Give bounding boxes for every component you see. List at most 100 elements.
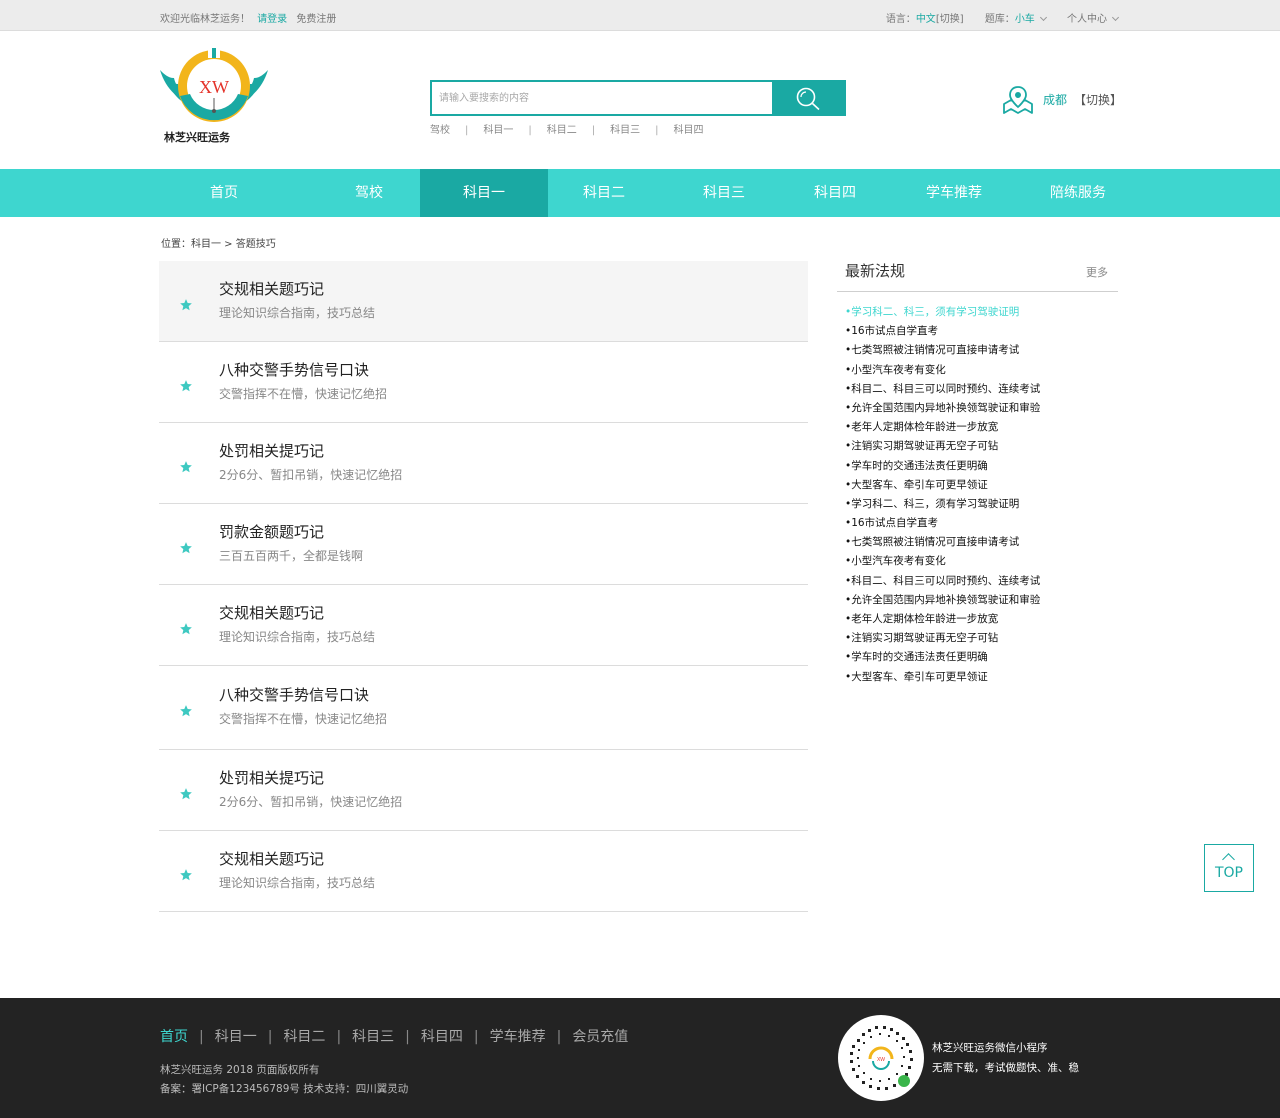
welcome-area: 欢迎光临林芝运务！ 请登录 免费注册 bbox=[160, 10, 336, 25]
user-center-menu[interactable]: 个人中心 bbox=[1067, 13, 1120, 25]
hot-word-link[interactable]: 科目二 bbox=[547, 125, 577, 136]
regulation-link[interactable]: •大型客车、牵引车可更早领证 bbox=[845, 478, 1040, 497]
regulation-link[interactable]: •小型汽车夜考有变化 bbox=[845, 554, 1040, 573]
nav-item-subject-three[interactable]: 科目三 bbox=[668, 169, 780, 217]
regulation-link[interactable]: •老年人定期体检年龄进一步放宽 bbox=[845, 420, 1040, 439]
login-link[interactable]: 请登录 bbox=[257, 14, 287, 25]
question-bank-value: 小车 bbox=[1014, 14, 1035, 25]
language-selector[interactable]: 语言：中文[切换] bbox=[886, 14, 964, 25]
location-map-icon bbox=[1003, 86, 1033, 114]
regulation-link[interactable]: •16市试点自学直考 bbox=[845, 324, 1040, 343]
hot-word-link[interactable]: 科目一 bbox=[483, 125, 513, 136]
language-switch[interactable]: [切换] bbox=[936, 14, 964, 25]
regulation-link[interactable]: •学习科二、科三，须有学习驾驶证明 bbox=[845, 305, 1040, 324]
regulation-link[interactable]: •学车时的交通违法责任更明确 bbox=[845, 459, 1040, 478]
footer-nav-subject-three[interactable]: 科目三 bbox=[352, 1029, 394, 1045]
article-subtitle: 交警指挥不在懵，快速记忆绝招 bbox=[219, 712, 388, 726]
regulation-link[interactable]: •小型汽车夜考有变化 bbox=[845, 363, 1040, 382]
back-to-top-button[interactable]: TOP bbox=[1204, 844, 1254, 892]
article-row[interactable]: 处罚相关提巧记 2分6分、暂扣吊销，快速记忆绝招 bbox=[159, 423, 808, 504]
article-row[interactable]: 八种交警手势信号口诀交警指挥不在懵，快速记忆绝招 bbox=[159, 666, 808, 750]
footer-nav: 首页 | 科目一 | 科目二 | 科目三 | 科目四 | 学车推荐 | 会员充值 bbox=[160, 1029, 629, 1045]
article-title: 处罚相关提巧记 bbox=[219, 441, 325, 460]
nav-item-subject-two[interactable]: 科目二 bbox=[548, 169, 660, 217]
language-value: 中文 bbox=[915, 14, 936, 25]
footer-nav-subject-two[interactable]: 科目二 bbox=[283, 1029, 325, 1045]
hot-search-words: 驾校 | 科目一 | 科目二 | 科目三 | 科目四 bbox=[430, 125, 704, 136]
article-list: 交规相关题巧记 理论知识综合指南，技巧总结 八种交警手势信号口诀 交警指挥不在懵，快速… bbox=[159, 261, 808, 912]
regulation-link[interactable]: •注销实习期驾驶证再无空子可钻 bbox=[845, 439, 1040, 458]
nav-item-home[interactable]: 首页 bbox=[160, 169, 288, 217]
search-input[interactable] bbox=[430, 80, 772, 116]
article-row[interactable]: 处罚相关提巧记 2分6分、暂扣吊销，快速记忆绝招 bbox=[159, 750, 808, 831]
article-subtitle: 2分6分、暂扣吊销，快速记忆绝招 bbox=[219, 794, 403, 809]
regulation-link[interactable]: •16市试点自学直考 bbox=[845, 516, 1040, 535]
article-subtitle: 理论知识综合指南，技巧总结 bbox=[219, 305, 376, 320]
welcome-text: 欢迎光临林芝运务！ bbox=[160, 14, 250, 25]
star-icon bbox=[179, 459, 193, 478]
article-subtitle: 2分6分、暂扣吊销，快速记忆绝招 bbox=[219, 467, 403, 482]
nav-item-practice-service[interactable]: 陪练服务 bbox=[1022, 169, 1134, 217]
article-title: 八种交警手势信号口诀 bbox=[219, 686, 370, 704]
footer-nav-subject-four[interactable]: 科目四 bbox=[421, 1029, 463, 1045]
back-to-top-label: TOP bbox=[1214, 865, 1243, 881]
regulation-link[interactable]: •七类驾照被注销情况可直接申请考试 bbox=[845, 343, 1040, 362]
article-title: 罚款金额题巧记 bbox=[219, 522, 325, 541]
search-button[interactable] bbox=[772, 80, 846, 116]
regulation-link[interactable]: •允许全国范围内异地补换领驾驶证和审验 bbox=[845, 401, 1040, 420]
main-nav: 首页 驾校 科目一 科目二 科目三 科目四 学车推荐 陪练服务 bbox=[0, 169, 1280, 217]
footer-nav-recommend[interactable]: 学车推荐 bbox=[490, 1029, 546, 1045]
article-row[interactable]: 交规相关题巧记 理论知识综合指南，技巧总结 bbox=[159, 585, 808, 666]
regulation-link[interactable]: •科目二、科目三可以同时预约、连续考试 bbox=[845, 382, 1040, 401]
article-subtitle: 理论知识综合指南，技巧总结 bbox=[219, 629, 376, 644]
regulation-link[interactable]: •老年人定期体检年龄进一步放宽 bbox=[845, 612, 1040, 631]
question-bank-label: 题库： bbox=[984, 14, 1015, 25]
chevron-down-icon bbox=[1111, 13, 1120, 22]
nav-item-subject-one[interactable]: 科目一 bbox=[420, 169, 548, 217]
article-title: 交规相关题巧记 bbox=[219, 279, 325, 298]
nav-item-recommend[interactable]: 学车推荐 bbox=[898, 169, 1010, 217]
nav-item-driving-school[interactable]: 驾校 bbox=[305, 169, 433, 217]
article-row[interactable]: 八种交警手势信号口诀 交警指挥不在懵，快速记忆绝招 bbox=[159, 342, 808, 423]
brand-name: 林芝兴旺运务 bbox=[164, 131, 230, 144]
mini-program-qr-code: XW bbox=[838, 1015, 924, 1101]
hot-word-link[interactable]: 科目三 bbox=[610, 125, 640, 136]
regulation-link[interactable]: •科目二、科目三可以同时预约、连续考试 bbox=[845, 574, 1040, 593]
article-row[interactable]: 交规相关题巧记理论知识综合指南，技巧总结 bbox=[159, 261, 808, 342]
more-link[interactable]: 更多 bbox=[1086, 264, 1108, 280]
regulation-link[interactable]: •大型客车、牵引车可更早领证 bbox=[845, 670, 1040, 689]
article-row[interactable]: 罚款金额题巧记三百五百两千，全都是钱啊 bbox=[159, 504, 808, 585]
register-link[interactable]: 免费注册 bbox=[296, 14, 336, 25]
regulation-link[interactable]: •注销实习期驾驶证再无空子可钻 bbox=[845, 631, 1040, 650]
footer-nav-subject-one[interactable]: 科目一 bbox=[215, 1029, 257, 1045]
search-icon bbox=[796, 87, 820, 111]
footer-nav-membership[interactable]: 会员充值 bbox=[572, 1029, 628, 1045]
mini-program-description: 无需下载，考试做题快、准、稳 bbox=[932, 1062, 1079, 1074]
hot-word-link[interactable]: 科目四 bbox=[674, 125, 704, 136]
latest-regulations-list: •学习科二、科三，须有学习驾驶证明 •16市试点自学直考 •七类驾照被注销情况可直接… bbox=[845, 305, 1040, 689]
star-icon bbox=[179, 621, 193, 640]
footer-nav-home[interactable]: 首页 bbox=[160, 1029, 188, 1045]
footer: 首页 | 科目一 | 科目二 | 科目三 | 科目四 | 学车推荐 | 会员充值 林芝兴旺运务 2018… bbox=[0, 998, 1280, 1118]
city-switch[interactable]: 【切换】 bbox=[1074, 91, 1122, 108]
breadcrumb: 位置：科目一 > 答题技巧 bbox=[161, 239, 276, 250]
logo-emblem-icon: XW bbox=[160, 48, 268, 122]
question-bank-selector[interactable]: 题库：小车 bbox=[984, 13, 1047, 25]
language-label: 语言： bbox=[885, 14, 916, 25]
chevron-up-icon bbox=[1222, 853, 1235, 866]
article-title: 交规相关题巧记 bbox=[219, 849, 325, 868]
article-subtitle: 三百五百两千，全都是钱啊 bbox=[219, 548, 364, 563]
regulation-link[interactable]: •七类驾照被注销情况可直接申请考试 bbox=[845, 535, 1040, 554]
regulation-link[interactable]: •学车时的交通违法责任更明确 bbox=[845, 650, 1040, 669]
hot-word-link[interactable]: 驾校 bbox=[430, 125, 450, 136]
svg-text:XW: XW bbox=[199, 77, 229, 97]
regulation-link[interactable]: •允许全国范围内异地补换领驾驶证和审验 bbox=[845, 593, 1040, 612]
copyright-text: 林芝兴旺运务 2018 页面版权所有 bbox=[160, 1064, 320, 1076]
article-title: 处罚相关提巧记 bbox=[219, 768, 325, 787]
star-icon bbox=[179, 540, 193, 559]
article-row[interactable]: 交规相关题巧记 理论知识综合指南，技巧总结 bbox=[159, 831, 808, 912]
chevron-down-icon bbox=[1039, 13, 1047, 22]
article-title: 八种交警手势信号口诀 bbox=[219, 360, 370, 379]
nav-item-subject-four[interactable]: 科目四 bbox=[780, 169, 890, 217]
regulation-link[interactable]: •学习科二、科三，须有学习驾驶证明 bbox=[845, 497, 1040, 516]
